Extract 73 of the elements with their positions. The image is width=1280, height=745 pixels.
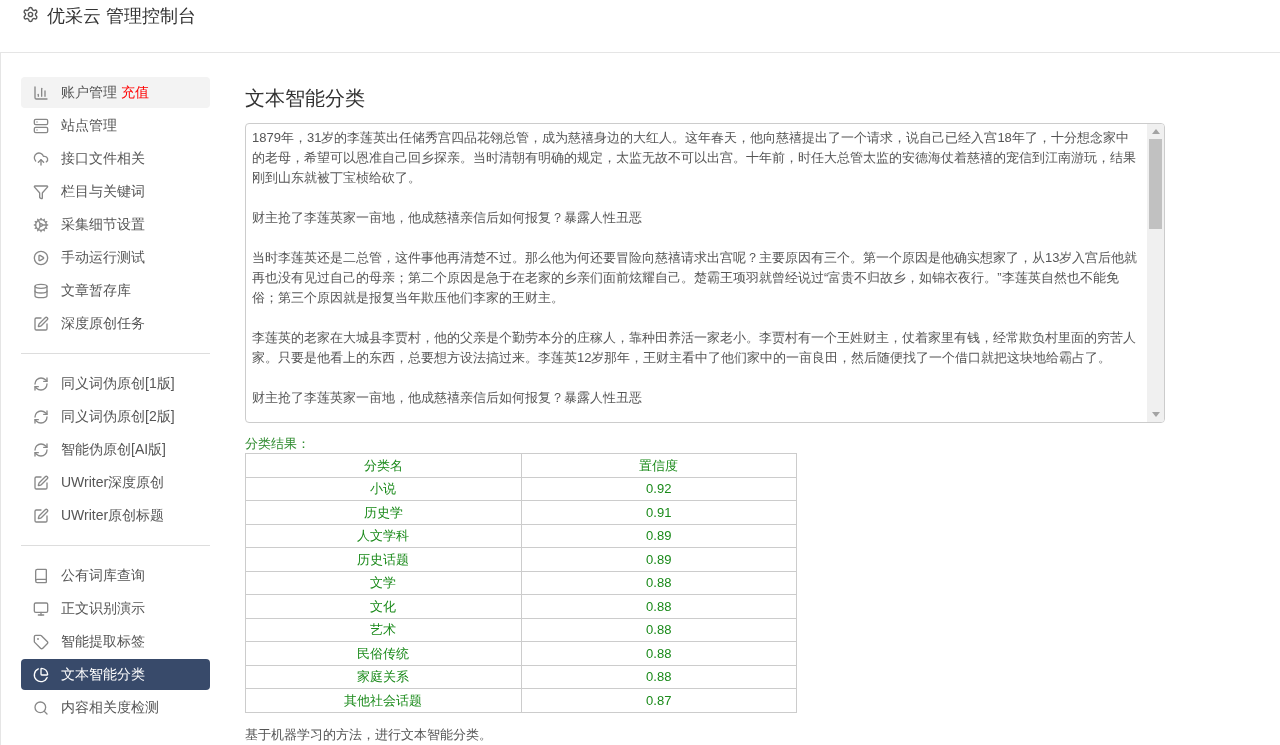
sidebar-item[interactable]: UWriter深度原创 bbox=[21, 467, 210, 498]
table-cell: 0.88 bbox=[521, 641, 797, 665]
sidebar-item[interactable]: 深度原创任务 bbox=[21, 308, 210, 339]
sidebar-item[interactable]: 账户管理 充值 bbox=[21, 77, 210, 108]
play-icon bbox=[33, 249, 49, 266]
page-title: 文本智能分类 bbox=[245, 86, 366, 111]
sidebar-item[interactable]: 文章暂存库 bbox=[21, 275, 210, 306]
scrollbar[interactable] bbox=[1147, 124, 1164, 422]
book-icon bbox=[33, 567, 49, 584]
text-paragraph: 当时李莲英还是二总管，这件事他再清楚不过。那么他为何还要冒险向慈禧请求出宫呢？主要原因有三个。第一个原因是他确实想家了，从13岁入宫后他就再也没有见过自己的母亲；第二个原因是急于在老家的乡亲们面前炫耀自己。楚霸王项羽就曾经说过“富贵不归故乡，如锦衣夜行。”李莲英自然也不能免俗；第三个原因就是报复当年欺压他们李家的王财主。 bbox=[252, 249, 1139, 307]
sidebar-item[interactable]: 同义词伪原创[1版] bbox=[21, 368, 210, 399]
bar-chart-icon bbox=[33, 84, 49, 101]
text-paragraph: 财主抢了李莲英家一亩地，他成慈禧亲信后如何报复？暴露人性丑恶 bbox=[252, 209, 643, 227]
sidebar-item[interactable]: 公有词库查询 bbox=[21, 560, 210, 591]
tag-icon bbox=[33, 633, 49, 650]
table-cell: 0.91 bbox=[521, 500, 797, 524]
filter-icon bbox=[33, 183, 49, 200]
sidebar-item[interactable]: 接口文件相关 bbox=[21, 143, 210, 174]
result-label: 分类结果： bbox=[245, 435, 311, 453]
database-icon bbox=[33, 282, 49, 299]
search-icon bbox=[33, 699, 49, 716]
text-paragraph: 李莲英的老家在大城县李贾村，他的父亲是个勤劳本分的庄稼人，靠种田养活一家老小。李贾村有一个王姓财主，仗着家里有钱，经常欺负村里面的穷苦人家。只要是他看上的东西，总要想方设法搞过来。李莲英12岁那年，王财主看中了他们家中的一亩良田，然后随便找了一个借口就把这块地给霸占了。 bbox=[252, 329, 1137, 367]
refresh-icon bbox=[33, 441, 49, 458]
settings-icon bbox=[22, 6, 39, 23]
text-paragraph: 财主抢了李莲英家一亩地，他成慈禧亲信后如何报复？暴露人性丑恶 bbox=[252, 389, 643, 407]
table-cell: 小说 bbox=[245, 477, 521, 501]
table-cell: 文学 bbox=[245, 571, 521, 595]
edit-icon bbox=[33, 315, 49, 332]
gears-icon bbox=[33, 216, 49, 233]
refresh-icon bbox=[33, 375, 49, 392]
table-cell: 0.88 bbox=[521, 618, 797, 642]
table-cell: 0.88 bbox=[521, 665, 797, 689]
table-cell: 0.88 bbox=[521, 594, 797, 618]
refresh-icon bbox=[33, 408, 49, 425]
table-cell: 历史话题 bbox=[245, 547, 521, 571]
scrollbar-thumb[interactable] bbox=[1149, 139, 1162, 229]
scroll-up-icon[interactable] bbox=[1151, 129, 1160, 134]
sidebar-item[interactable]: UWriter原创标题 bbox=[21, 500, 210, 531]
sidebar-item[interactable]: 采集细节设置 bbox=[21, 209, 210, 240]
sidebar-item[interactable]: 站点管理 bbox=[21, 110, 210, 141]
table-cell: 0.88 bbox=[521, 571, 797, 595]
sidebar-item[interactable]: 智能提取标签 bbox=[21, 626, 210, 657]
table-cell: 0.92 bbox=[521, 477, 797, 501]
sidebar-item[interactable]: 手动运行测试 bbox=[21, 242, 210, 273]
monitor-icon bbox=[33, 600, 49, 617]
table-cell: 其他社会话题 bbox=[245, 688, 521, 712]
table-cell: 家庭关系 bbox=[245, 665, 521, 689]
table-cell: 人文学科 bbox=[245, 524, 521, 548]
table-cell: 文化 bbox=[245, 594, 521, 618]
sidebar-item[interactable]: 内容相关度检测 bbox=[21, 692, 210, 723]
column-header: 分类名 bbox=[245, 453, 521, 477]
sidebar-item[interactable]: 正文识别演示 bbox=[21, 593, 210, 624]
server-icon bbox=[33, 117, 49, 134]
cloud-upload-icon bbox=[33, 150, 49, 167]
sidebar-item[interactable]: 文本智能分类 bbox=[21, 659, 210, 690]
table-cell: 0.89 bbox=[521, 524, 797, 548]
pie-chart-icon bbox=[33, 666, 49, 683]
table-cell: 历史学 bbox=[245, 500, 521, 524]
table-cell: 0.89 bbox=[521, 547, 797, 571]
text-area[interactable] bbox=[245, 123, 1165, 423]
scroll-down-icon[interactable] bbox=[1151, 412, 1160, 417]
table-cell: 民俗传统 bbox=[245, 641, 521, 665]
sidebar-item[interactable]: 智能伪原创[AI版] bbox=[21, 434, 210, 465]
app-title: 优采云 管理控制台 bbox=[47, 5, 196, 28]
sidebar-item[interactable]: 同义词伪原创[2版] bbox=[21, 401, 210, 432]
table-cell: 0.87 bbox=[521, 688, 797, 712]
sidebar-item[interactable]: 栏目与关键词 bbox=[21, 176, 210, 207]
text-paragraph: 1879年，31岁的李莲英出任储秀宫四品花翎总管，成为慈禧身边的大红人。这年春天，他向慈禧提出了一个请求，说自己已经入宫18年了，十分想念家中的老母，希望可以恩准自己回乡探亲。当时清朝有明确的规定，太监无故不可以出宫。十年前，时任大总管太监的安德海仗着慈禧的宠信到江南游玩，结果刚到山东就被丁宝桢给砍了。 bbox=[252, 129, 1137, 187]
edit-icon bbox=[33, 507, 49, 524]
footnote: 基于机器学习的方法，进行文本智能分类。 bbox=[245, 725, 493, 744]
table-cell: 艺术 bbox=[245, 618, 521, 642]
column-header: 置信度 bbox=[521, 453, 797, 477]
edit-icon bbox=[33, 474, 49, 491]
